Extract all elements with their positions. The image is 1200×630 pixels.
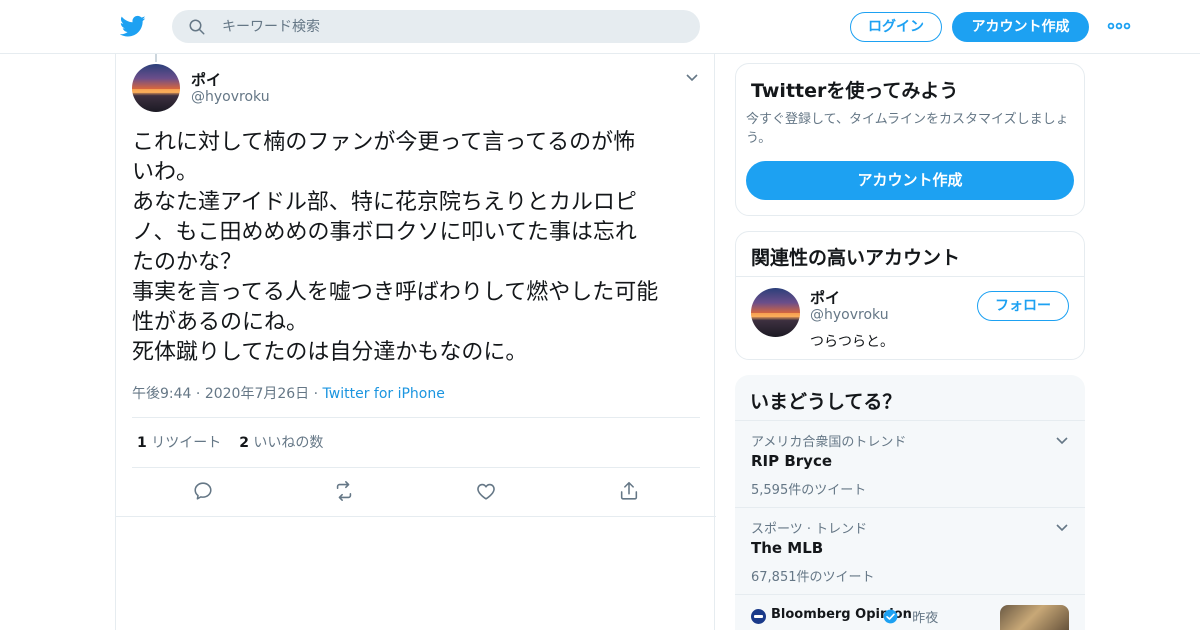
signup-card-title: Twitterを使ってみよう <box>751 80 959 102</box>
trend-item[interactable]: スポーツ · トレンド The MLB 67,851件のツイート <box>735 507 1085 593</box>
retweet-icon[interactable] <box>333 480 355 502</box>
trends-card: いまどうしてる？ アメリカ合衆国のトレンド RIP Bryce 5,595件のツ… <box>735 375 1085 630</box>
news-time-text: 昨夜 <box>912 611 939 626</box>
trends-title: いまどうしてる？ <box>750 391 902 413</box>
divider <box>116 516 716 517</box>
like-icon[interactable] <box>475 480 497 502</box>
news-item[interactable]: Bloomberg Opinion · 昨夜 <box>735 595 1085 630</box>
retweet-count: 1 <box>137 435 147 451</box>
tweet-text: これに対して楠のファンが今更って言ってるのが怖 いわ。 あなた達アイドル部、特に… <box>132 130 659 365</box>
trend-context: アメリカ合衆国のトレンド <box>751 435 907 450</box>
trend-item[interactable]: アメリカ合衆国のトレンド RIP Bryce 5,595件のツイート <box>735 420 1085 506</box>
chevron-down-icon[interactable] <box>1054 520 1070 536</box>
bloomberg-logo-icon <box>751 609 766 624</box>
related-accounts-title: 関連性の高いアカウント <box>751 247 961 269</box>
like-label: いいねの数 <box>253 435 324 451</box>
thread-line <box>155 54 157 62</box>
related-account-name[interactable]: ポイ <box>810 287 840 308</box>
trend-context: スポーツ · トレンド <box>751 522 868 537</box>
signup-card: Twitterを使ってみよう 今すぐ登録して、タイムラインをカスタマイズしましょ… <box>735 63 1085 216</box>
divider <box>132 417 700 418</box>
meta-separator: · <box>191 386 205 402</box>
avatar[interactable] <box>132 64 180 112</box>
search-input[interactable] <box>222 10 682 43</box>
retweet-stat[interactable]: 1 リツイート <box>137 435 221 451</box>
twitter-logo-icon[interactable] <box>120 13 146 39</box>
trend-name: RIP Bryce <box>751 452 833 470</box>
like-stat[interactable]: 2 いいねの数 <box>239 435 323 451</box>
tweet-date[interactable]: 2020年7月26日 <box>205 386 309 402</box>
search-box[interactable] <box>172 10 700 43</box>
author-handle[interactable]: @hyovroku <box>191 89 270 105</box>
trend-count: 5,595件のツイート <box>751 483 867 498</box>
tweet-source[interactable]: Twitter for iPhone <box>323 386 445 402</box>
reply-icon[interactable] <box>192 480 214 502</box>
trend-name: The MLB <box>751 539 824 557</box>
author-name[interactable]: ポイ <box>191 69 221 90</box>
chevron-down-icon[interactable] <box>1054 433 1070 449</box>
login-button[interactable]: ログイン <box>850 12 942 42</box>
tweet-time[interactable]: 午後9:44 <box>132 386 191 402</box>
avatar[interactable] <box>751 288 800 337</box>
follow-button[interactable]: フォロー <box>977 291 1069 321</box>
like-count: 2 <box>239 435 249 451</box>
tweet-actions <box>116 480 716 504</box>
tweet-stats: 1 リツイート 2 いいねの数 <box>137 432 323 452</box>
meta-separator: · <box>309 386 323 402</box>
top-bar: ログイン アカウント作成 <box>0 0 1200 54</box>
signup-card-subtitle: 今すぐ登録して、タイムラインをカスタマイズしましょう。 <box>746 112 1069 146</box>
more-icon[interactable] <box>1107 18 1131 34</box>
verified-icon <box>883 609 898 624</box>
related-accounts-card: 関連性の高いアカウント ポイ @hyovroku つらつらと。 フォロー <box>735 231 1085 360</box>
retweet-label: リツイート <box>151 435 222 451</box>
tweet-metadata: 午後9:44 · 2020年7月26日 · Twitter for iPhone <box>132 383 445 403</box>
search-icon <box>189 19 205 35</box>
trend-count: 67,851件のツイート <box>751 570 875 585</box>
related-account-handle[interactable]: @hyovroku <box>810 307 889 323</box>
chevron-down-icon[interactable] <box>684 70 700 86</box>
tweet-detail: ポイ @hyovroku これに対して楠のファンが今更って言ってるのが怖 いわ。… <box>115 54 716 630</box>
signup-card-button[interactable]: アカウント作成 <box>746 161 1074 200</box>
share-icon[interactable] <box>618 480 640 502</box>
news-thumbnail <box>1000 605 1069 630</box>
divider <box>736 276 1084 277</box>
signup-button[interactable]: アカウント作成 <box>952 12 1089 42</box>
news-time: · 昨夜 <box>904 611 939 626</box>
related-account-bio: つらつらと。 <box>810 334 894 350</box>
divider <box>132 467 700 468</box>
